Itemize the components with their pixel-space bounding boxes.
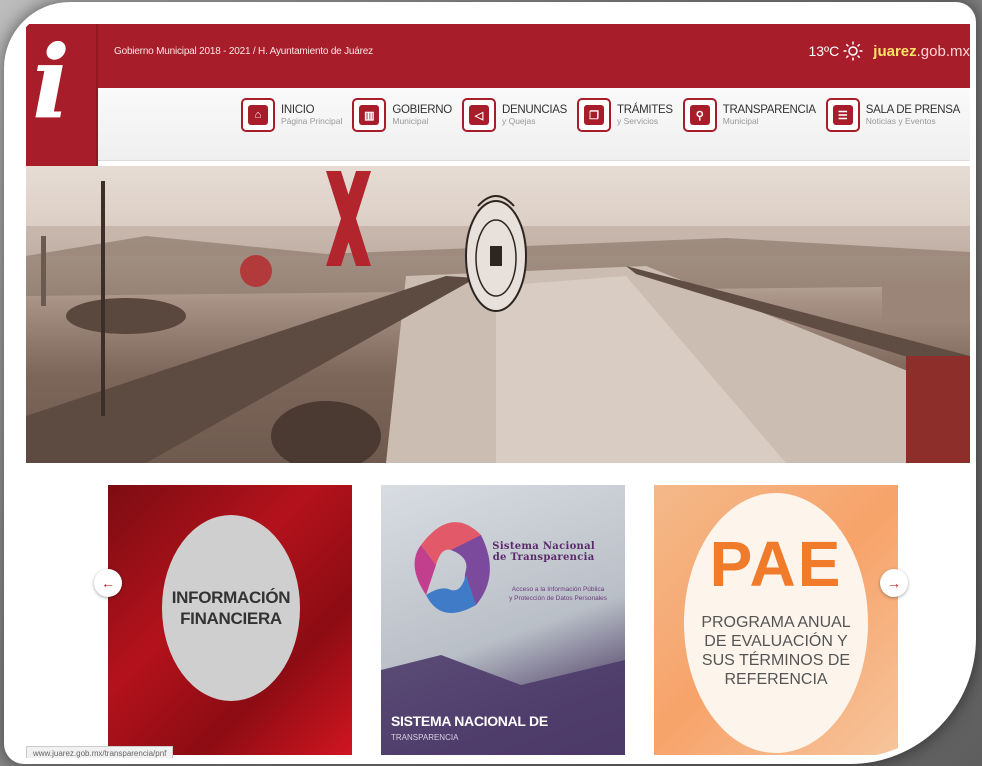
card-big-title: PAE <box>709 528 843 600</box>
card-title: Sistema Nacional de Transparencia <box>492 541 595 563</box>
building-icon: ▥ <box>352 98 387 132</box>
top-bar-right: 13ºC juarez.gob.mx <box>808 38 970 64</box>
newspaper-icon: ☰ <box>825 98 860 132</box>
nav-label: GOBIERNO <box>392 104 452 116</box>
arrow-left-icon: ← <box>101 575 115 591</box>
card-circle: INFORMACIÓN FINANCIERA <box>162 515 300 701</box>
card-title-line: de Transparencia <box>492 552 595 563</box>
top-bar: Gobierno Municipal 2018 - 2021 / H. Ayun… <box>26 24 970 88</box>
card-text-line: DE EVALUACIÓN Y <box>704 633 848 650</box>
main-navigation: ⌂ INICIO Página Principal ▥ GOBIERNO Munic… <box>26 88 970 161</box>
sun-icon <box>843 41 863 61</box>
card-informacion-financiera[interactable]: INFORMACIÓN FINANCIERA <box>108 485 352 755</box>
card-description: PROGRAMA ANUAL DE EVALUACIÓN Y SUS TÉRMI… <box>654 613 898 689</box>
card-bottom-subtitle: TRANSPARENCIA <box>391 733 459 742</box>
site-brand-link[interactable]: juarez.gob.mx <box>873 43 970 60</box>
nav-sublabel: Municipal <box>722 116 759 126</box>
nav-sublabel: Página Principal <box>280 116 343 126</box>
site-logo[interactable]: i <box>26 24 98 166</box>
nav-item-gobierno[interactable]: ▥ GOBIERNO Municipal <box>350 98 454 132</box>
nav-label: SALA DE PRENSA <box>865 104 961 116</box>
carousel-prev-button[interactable]: ← <box>94 569 122 597</box>
temperature: 13ºC <box>808 43 840 59</box>
nav-item-inicio[interactable]: ⌂ INICIO Página Principal <box>239 98 344 132</box>
nav-label: TRANSPARENCIA <box>722 104 816 116</box>
browser-viewport: Gobierno Municipal 2018 - 2021 / H. Ayun… <box>26 24 970 758</box>
nav-label: DENUNCIAS <box>501 104 567 116</box>
hero-banner-image <box>26 166 970 463</box>
nav-label: INICIO <box>280 104 315 116</box>
card-pae[interactable]: PAE PROGRAMA ANUAL DE EVALUACIÓN Y SUS T… <box>654 485 898 755</box>
card-sistema-nacional-transparencia[interactable]: Sistema Nacional de Transparencia Acceso… <box>381 485 625 755</box>
home-icon: ⌂ <box>240 98 275 132</box>
card-text-line: SUS TÉRMINOS DE <box>701 652 851 669</box>
brand-domain: .gob.mx <box>916 42 970 60</box>
nav-item-transparencia[interactable]: ⚲ TRANSPARENCIA Municipal <box>681 98 818 132</box>
search-icon: ⚲ <box>682 98 717 132</box>
government-text: Gobierno Municipal 2018 - 2021 / H. Ayun… <box>114 46 373 57</box>
nav-sublabel: y Servicios <box>617 116 659 126</box>
card-subtitle-line: Acceso a la Información Pública <box>511 586 605 593</box>
nav-item-tramites[interactable]: ❐ TRÁMITES y Servicios <box>575 98 675 132</box>
card-title-line: FINANCIERA <box>180 609 282 628</box>
screenshot-frame: Gobierno Municipal 2018 - 2021 / H. Ayun… <box>10 8 970 758</box>
nav-sublabel: Municipal <box>392 116 429 126</box>
card-subtitle-line: y Protección de Datos Personales <box>509 595 607 602</box>
city-panorama-illustration <box>26 171 970 463</box>
card-bottom-title: SISTEMA NACIONAL DE <box>391 713 548 729</box>
card-title-line: Sistema Nacional <box>492 541 595 552</box>
megaphone-icon: ◁ <box>461 98 496 132</box>
card-title-line: INFORMACIÓN <box>171 588 291 607</box>
featured-carousel: INFORMACIÓN FINANCIERA Sistema Nacional … <box>26 463 970 758</box>
municipal-crest <box>465 195 527 312</box>
document-icon: ❐ <box>577 98 611 132</box>
arrow-right-icon: → <box>887 575 901 591</box>
nav-label: TRÁMITES <box>617 104 673 116</box>
status-bar-url: www.juarez.gob.mx/transparencia/pnf <box>26 746 174 758</box>
brand-name: juarez <box>873 42 917 60</box>
card-text-line: PROGRAMA ANUAL <box>701 614 851 631</box>
logo-letter: i <box>32 24 70 141</box>
nav-sublabel: y Quejas <box>501 116 536 126</box>
card-subtitle: Acceso a la Información Pública y Protec… <box>509 585 607 603</box>
card-text-line: REFERENCIA <box>724 671 828 688</box>
carousel-next-button[interactable]: → <box>880 569 908 597</box>
nav-item-sala-de-prensa[interactable]: ☰ SALA DE PRENSA Noticias y Eventos <box>824 98 962 132</box>
nav-item-denuncias[interactable]: ◁ DENUNCIAS y Quejas <box>460 98 569 132</box>
nav-sublabel: Noticias y Eventos <box>865 116 936 126</box>
